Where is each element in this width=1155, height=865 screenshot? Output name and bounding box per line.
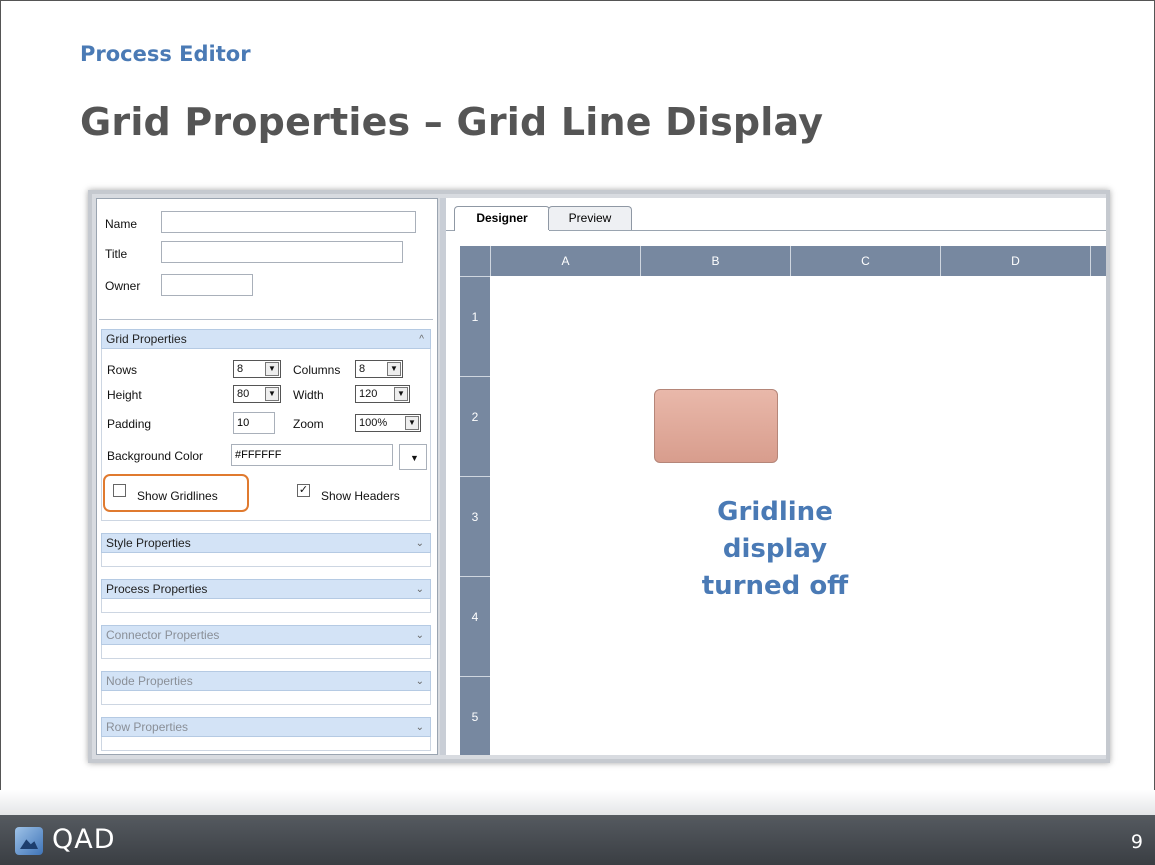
rows-value: 8 (237, 363, 244, 375)
grid-properties-title: Grid Properties (106, 332, 187, 346)
row-properties-body (101, 737, 431, 751)
row-properties-header[interactable]: Row Properties ⌄ (101, 717, 431, 737)
grid-corner (460, 246, 490, 276)
row-header-4[interactable]: 4 (460, 576, 490, 676)
chevron-down-icon[interactable]: ⌄ (416, 580, 424, 599)
caption-line-2: display (722, 534, 828, 564)
slide-title: Grid Properties – Grid Line Display (80, 100, 824, 144)
dropdown-arrow-icon[interactable]: ▼ (265, 387, 279, 401)
designer-tabs: Designer Preview (446, 198, 1106, 231)
column-header-c[interactable]: C (790, 246, 940, 276)
chevron-down-icon[interactable]: ⌄ (416, 672, 424, 691)
owner-input[interactable] (161, 274, 253, 296)
caption-line-1: Gridline (717, 497, 833, 527)
show-headers-checkbox[interactable]: ✓ (297, 484, 310, 497)
designer-area: Designer Preview A B C D 1 2 3 4 5 Gridl… (446, 198, 1106, 755)
width-value: 120 (359, 388, 378, 400)
owner-label: Owner (105, 279, 141, 293)
dropdown-arrow-icon[interactable]: ▼ (405, 416, 419, 430)
height-value: 80 (237, 388, 250, 400)
node-properties-title: Node Properties (106, 674, 193, 688)
padding-input[interactable] (233, 412, 275, 434)
page-number: 9 (1130, 831, 1143, 853)
show-headers-label: Show Headers (321, 489, 400, 503)
column-header-b[interactable]: B (640, 246, 790, 276)
properties-panel: Name Title Owner Grid Properties ^ Rows … (96, 198, 438, 755)
rows-label: Rows (107, 363, 138, 377)
dropdown-arrow-icon[interactable]: ▼ (387, 362, 401, 376)
name-input[interactable] (161, 211, 416, 233)
chevron-down-icon[interactable]: ⌄ (416, 534, 424, 553)
title-input[interactable] (161, 241, 403, 263)
padding-label: Padding (107, 417, 152, 431)
chevron-down-icon[interactable]: ⌄ (416, 626, 424, 645)
column-header-d[interactable]: D (940, 246, 1090, 276)
width-select[interactable]: 120 ▼ (355, 385, 410, 403)
row-header-2[interactable]: 2 (460, 376, 490, 476)
row-header-5[interactable]: 5 (460, 676, 490, 755)
color-picker-button[interactable]: ▼ (399, 444, 427, 470)
chevron-down-icon[interactable]: ⌄ (416, 718, 424, 737)
divider (99, 319, 433, 320)
section-title: Process Editor (80, 42, 251, 66)
process-node[interactable] (654, 389, 778, 463)
background-color-label: Background Color (107, 449, 204, 463)
style-properties-title: Style Properties (106, 536, 191, 550)
style-properties-header[interactable]: Style Properties ⌄ (101, 533, 431, 553)
zoom-select[interactable]: 100% ▼ (355, 414, 421, 432)
height-select[interactable]: 80 ▼ (233, 385, 281, 403)
rows-select[interactable]: 8 ▼ (233, 360, 281, 378)
width-label: Width (293, 388, 324, 402)
show-gridlines-checkbox[interactable] (113, 484, 126, 497)
columns-value: 8 (359, 363, 366, 375)
columns-select[interactable]: 8 ▼ (355, 360, 403, 378)
show-gridlines-label: Show Gridlines (137, 489, 218, 503)
node-properties-header[interactable]: Node Properties ⌄ (101, 671, 431, 691)
row-header-1[interactable]: 1 (460, 276, 490, 376)
qad-logo-icon (15, 827, 43, 855)
caption-line-3: turned off (701, 571, 849, 601)
grid-canvas[interactable]: A B C D 1 2 3 4 5 Gridline display turne… (460, 246, 1106, 755)
process-properties-header[interactable]: Process Properties ⌄ (101, 579, 431, 599)
process-properties-body (101, 599, 431, 613)
connector-properties-body (101, 645, 431, 659)
background-color-input[interactable] (231, 444, 393, 466)
connector-properties-header[interactable]: Connector Properties ⌄ (101, 625, 431, 645)
tab-preview[interactable]: Preview (548, 206, 632, 230)
column-header-a[interactable]: A (490, 246, 640, 276)
columns-label: Columns (293, 363, 341, 377)
name-label: Name (105, 217, 138, 231)
qad-logo-text: QAD (52, 824, 116, 855)
footer-shadow (0, 790, 1155, 815)
zoom-label: Zoom (293, 417, 324, 431)
row-properties-title: Row Properties (106, 720, 189, 734)
dropdown-arrow-icon[interactable]: ▼ (394, 387, 408, 401)
zoom-value: 100% (359, 417, 388, 429)
app-screenshot: Name Title Owner Grid Properties ^ Rows … (88, 190, 1110, 763)
row-header-3[interactable]: 3 (460, 476, 490, 576)
chevron-up-icon[interactable]: ^ (419, 330, 424, 349)
title-label: Title (105, 247, 128, 261)
connector-properties-title: Connector Properties (106, 628, 220, 642)
process-properties-title: Process Properties (106, 582, 208, 596)
height-label: Height (107, 388, 142, 402)
column-header-e[interactable] (1090, 246, 1106, 276)
dropdown-arrow-icon[interactable]: ▼ (265, 362, 279, 376)
node-properties-body (101, 691, 431, 705)
style-properties-body (101, 553, 431, 567)
footer-bar: QAD 9 (0, 815, 1155, 865)
tab-designer[interactable]: Designer (454, 206, 550, 231)
gridline-caption: Gridline display turned off (655, 494, 895, 605)
grid-properties-header[interactable]: Grid Properties ^ (101, 329, 431, 349)
